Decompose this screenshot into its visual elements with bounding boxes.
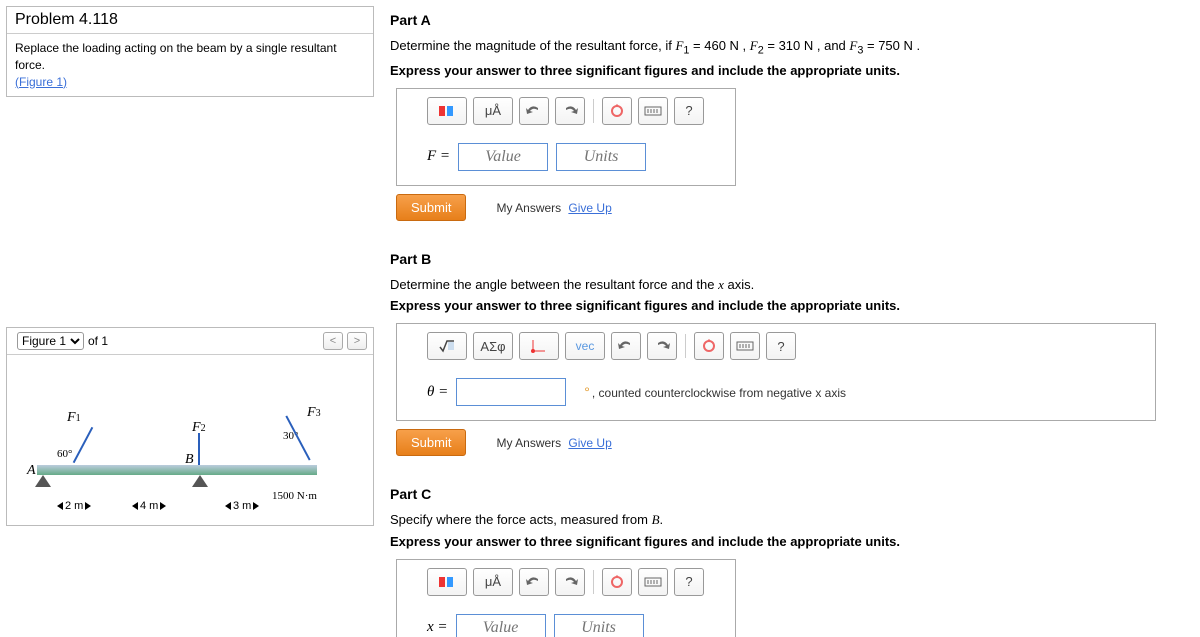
redo-button[interactable] <box>647 332 677 360</box>
template-button[interactable] <box>427 568 467 596</box>
undo-icon <box>524 102 544 120</box>
part-c-instruction: Express your answer to three significant… <box>390 534 1190 549</box>
part-b-question: Determine the angle between the resultan… <box>390 275 1190 295</box>
part-a-instruction: Express your answer to three significant… <box>390 63 1190 78</box>
redo-icon <box>560 102 580 120</box>
reset-button[interactable] <box>602 97 632 125</box>
part-b-value-input[interactable] <box>456 378 566 406</box>
redo-button[interactable] <box>555 568 585 596</box>
part-c-units-input[interactable] <box>554 614 644 637</box>
sqrt-button[interactable] <box>427 332 467 360</box>
help-button[interactable]: ? <box>766 332 796 360</box>
undo-button[interactable] <box>519 568 549 596</box>
reset-button[interactable] <box>602 568 632 596</box>
units-button[interactable]: μÅ <box>473 97 513 125</box>
part-a-my-answers[interactable]: My Answers <box>496 201 561 215</box>
figure-selector[interactable]: Figure 1 <box>17 332 84 350</box>
part-b-tail: °, counted counterclockwise from negativ… <box>582 384 846 400</box>
keyboard-icon <box>735 337 755 355</box>
undo-button[interactable] <box>611 332 641 360</box>
part-b-submit-button[interactable]: Submit <box>396 429 466 456</box>
axes-icon <box>529 337 549 355</box>
reset-button[interactable] <box>694 332 724 360</box>
template-icon <box>437 102 457 120</box>
part-a-title: Part A <box>390 12 1190 28</box>
reset-icon <box>607 102 627 120</box>
part-a-variable: F = <box>427 148 450 165</box>
part-a-give-up[interactable]: Give Up <box>568 201 611 215</box>
help-button[interactable]: ? <box>674 97 704 125</box>
problem-title: Problem 4.118 <box>7 7 373 34</box>
axes-button[interactable] <box>519 332 559 360</box>
redo-button[interactable] <box>555 97 585 125</box>
part-a-submit-button[interactable]: Submit <box>396 194 466 221</box>
part-b-variable: θ = <box>427 384 448 401</box>
part-b-give-up[interactable]: Give Up <box>568 436 611 450</box>
keyboard-button[interactable] <box>638 568 668 596</box>
figure-diagram: F1 F2 F3 60° 30° A B 1500 N·m 2 m 4 m 3 … <box>7 355 373 525</box>
figure-next-button[interactable]: > <box>347 332 367 350</box>
sqrt-icon <box>437 337 457 355</box>
divider <box>685 334 686 358</box>
reset-icon <box>699 337 719 355</box>
figure-link[interactable]: (Figure 1) <box>15 75 67 89</box>
keyboard-button[interactable] <box>730 332 760 360</box>
template-icon <box>437 573 457 591</box>
keyboard-button[interactable] <box>638 97 668 125</box>
divider <box>593 99 594 123</box>
help-button[interactable]: ? <box>674 568 704 596</box>
undo-button[interactable] <box>519 97 549 125</box>
part-a-units-input[interactable] <box>556 143 646 171</box>
undo-icon <box>524 573 544 591</box>
part-c-title: Part C <box>390 486 1190 502</box>
units-button[interactable]: μÅ <box>473 568 513 596</box>
divider <box>593 570 594 594</box>
figure-count: of 1 <box>88 334 108 348</box>
part-b-my-answers[interactable]: My Answers <box>496 436 561 450</box>
redo-icon <box>560 573 580 591</box>
problem-description: Replace the loading acting on the beam b… <box>15 40 365 74</box>
greek-button[interactable]: ΑΣφ <box>473 332 513 360</box>
part-a-value-input[interactable] <box>458 143 548 171</box>
redo-icon <box>652 337 672 355</box>
reset-icon <box>607 573 627 591</box>
figure-prev-button[interactable]: < <box>323 332 343 350</box>
part-c-question: Specify where the force acts, measured f… <box>390 510 1190 530</box>
undo-icon <box>616 337 636 355</box>
part-a-question: Determine the magnitude of the resultant… <box>390 36 1190 59</box>
part-b-instruction: Express your answer to three significant… <box>390 298 1190 313</box>
vec-button[interactable]: vec <box>565 332 605 360</box>
template-button[interactable] <box>427 97 467 125</box>
part-c-variable: x = <box>427 619 448 636</box>
keyboard-icon <box>643 102 663 120</box>
part-b-title: Part B <box>390 251 1190 267</box>
part-c-value-input[interactable] <box>456 614 546 637</box>
keyboard-icon <box>643 573 663 591</box>
